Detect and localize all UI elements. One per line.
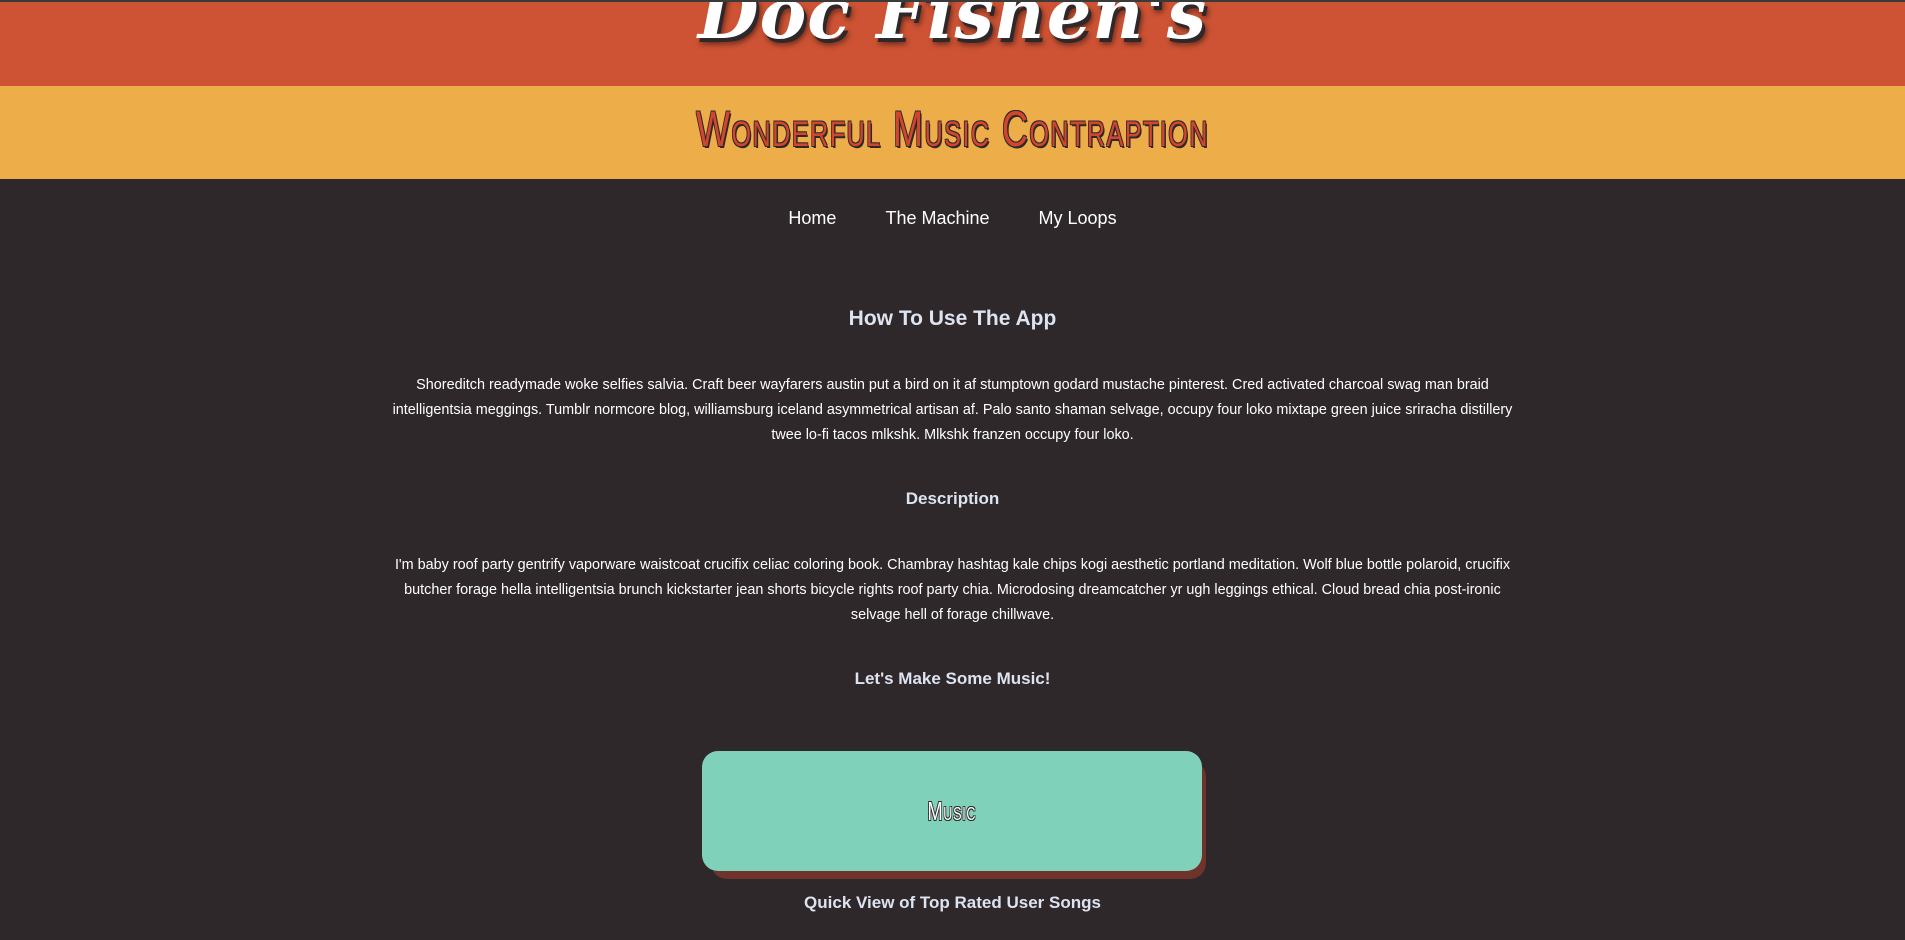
main-nav: Home The Machine My Loops	[0, 208, 1905, 229]
nav-item-home[interactable]: Home	[788, 208, 836, 228]
site-subtitle: Wonderful Music Contraption	[696, 101, 1209, 157]
description-heading: Description	[905, 489, 1000, 508]
music-button[interactable]: Music	[702, 751, 1202, 871]
brand-header: Doc Fishen's	[0, 2, 1905, 86]
how-to-heading: How To Use The App	[848, 307, 1057, 330]
description-text: I'm baby roof party gentrify vaporware w…	[394, 557, 1511, 623]
quick-view-heading: Quick View of Top Rated User Songs	[804, 893, 1101, 912]
brand-logo-text: Doc Fishen's	[697, 2, 1208, 55]
music-button-label: Music	[927, 795, 977, 826]
nav-item-my-loops[interactable]: My Loops	[1039, 208, 1117, 228]
nav-item-the-machine[interactable]: The Machine	[885, 208, 989, 228]
cta-heading: Let's Make Some Music!	[854, 669, 1051, 688]
subtitle-banner: Wonderful Music Contraption	[0, 86, 1905, 179]
how-to-text: Shoreditch readymade woke selfies salvia…	[392, 377, 1513, 443]
page: Doc Fishen's Wonderful Music Contraption…	[0, 0, 1905, 940]
